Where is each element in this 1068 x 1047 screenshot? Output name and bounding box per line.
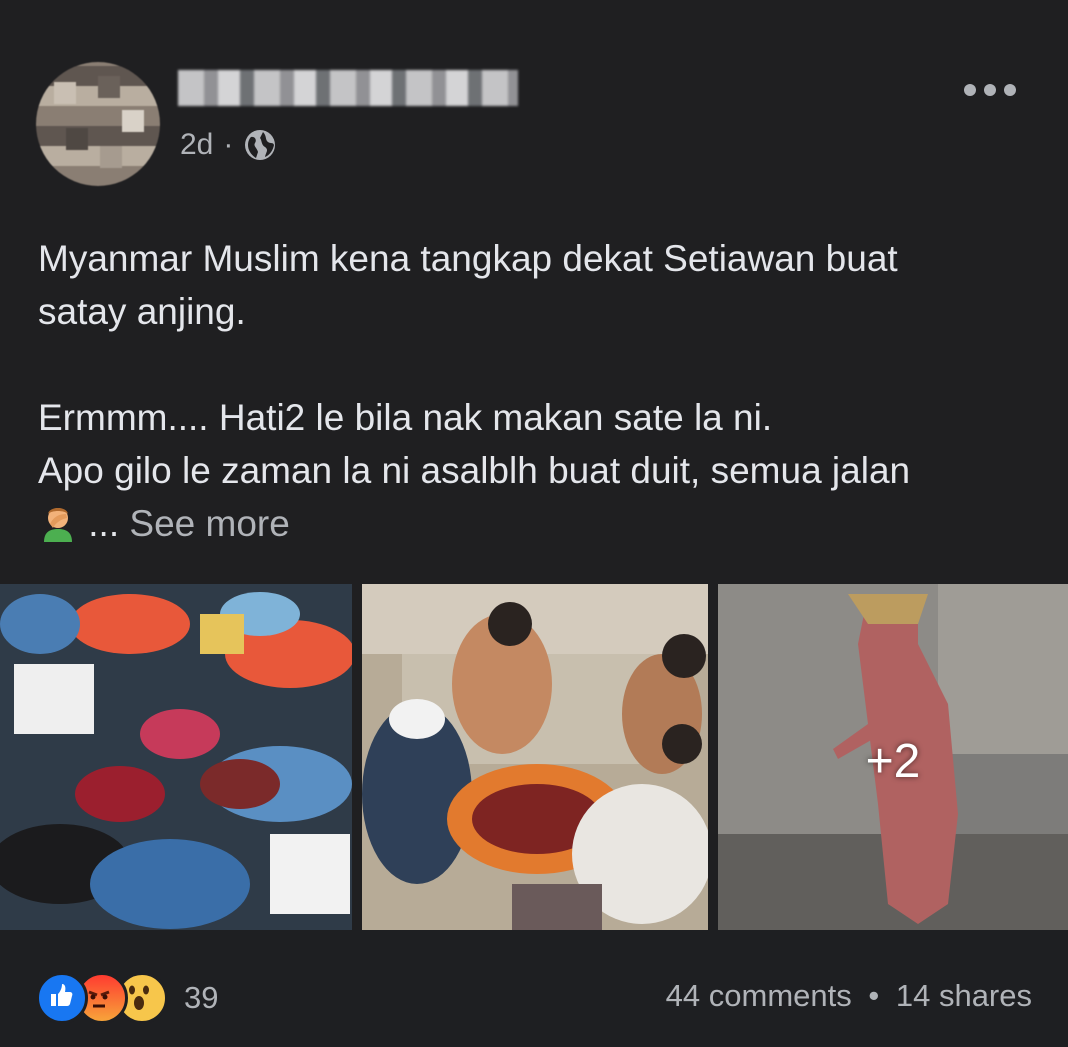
post-text-line: Ermmm.... Hati2 le bila nak makan sate l…	[38, 397, 773, 438]
photo-grid: +2	[0, 584, 1068, 930]
more-photos-count[interactable]: +2	[718, 734, 1068, 789]
photo-2[interactable]	[362, 584, 708, 930]
shares-count[interactable]: 14 shares	[896, 978, 1032, 1013]
reactions-count[interactable]: 39	[184, 980, 218, 1016]
photo-men-preparing-image	[362, 584, 708, 930]
post-text-line: Myanmar Muslim kena tangkap dekat Setiaw…	[38, 238, 898, 279]
stats-bullet: •	[868, 978, 880, 1013]
photo-3[interactable]: +2	[718, 584, 1068, 930]
comments-count[interactable]: 44 comments	[666, 978, 852, 1013]
post-time[interactable]: 2d	[180, 128, 213, 162]
ellipsis: ...	[88, 503, 120, 544]
post-meta: 2d ·	[180, 128, 277, 162]
post-footer: 39 44 comments • 14 shares	[0, 930, 1068, 1047]
globe-icon	[245, 130, 276, 160]
avatar[interactable]	[36, 62, 160, 186]
like-reaction-icon	[36, 972, 88, 1024]
post-text-last-line: ... See more	[38, 497, 1028, 550]
post-text-line: satay anjing.	[38, 291, 246, 332]
post-text-line: Apo gilo le zaman la ni asalblh buat dui…	[38, 450, 911, 491]
see-more-link[interactable]: See more	[129, 503, 289, 544]
meta-separator: ·	[223, 128, 234, 161]
facepalm-emoji-icon	[44, 508, 72, 542]
author-name-blurred[interactable]	[178, 70, 518, 106]
photo-market-satay-image	[0, 584, 352, 930]
engagement-stats: 44 comments • 14 shares	[666, 978, 1032, 1014]
photo-1[interactable]	[0, 584, 352, 930]
more-options-icon[interactable]	[964, 84, 1016, 96]
reactions-summary[interactable]: 39	[36, 972, 218, 1024]
post-text: Myanmar Muslim kena tangkap dekat Setiaw…	[38, 232, 1028, 550]
post-card: 2d · Myanmar Muslim kena tangkap dekat S…	[0, 0, 1068, 1047]
